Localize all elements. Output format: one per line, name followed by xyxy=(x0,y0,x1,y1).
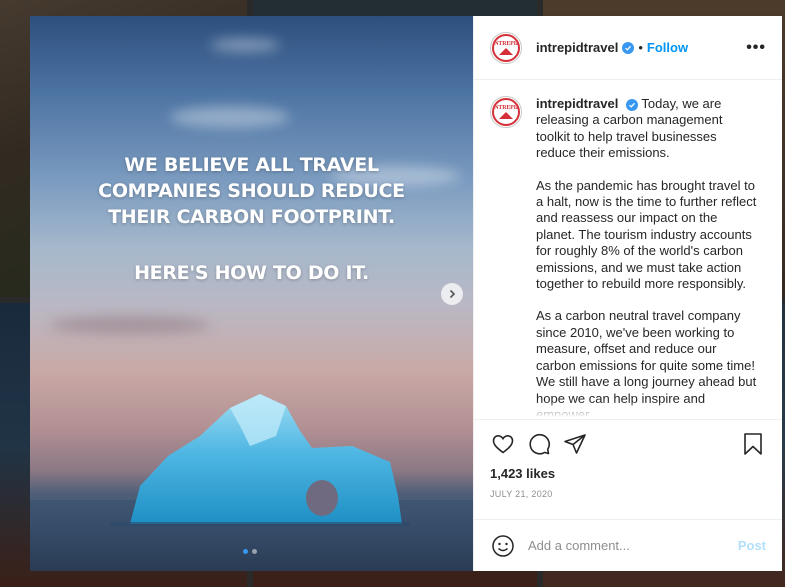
verified-badge-icon xyxy=(625,99,638,111)
post-side-panel: INTREPID intrepidtravel • Follow ••• INT… xyxy=(473,16,782,571)
emoji-button[interactable] xyxy=(490,533,516,559)
cloud-shape xyxy=(50,316,210,334)
comment-button[interactable] xyxy=(526,431,552,457)
avatar[interactable]: INTREPID xyxy=(490,96,522,128)
carousel-indicator xyxy=(243,549,257,554)
next-slide-button[interactable] xyxy=(441,283,463,305)
mountain-icon xyxy=(499,112,513,119)
like-button[interactable] xyxy=(490,431,516,457)
cloud-shape xyxy=(210,38,280,52)
scroll-fade xyxy=(474,401,782,419)
caption-text: intrepidtravel Today, we are releasing a… xyxy=(536,96,758,419)
verified-badge-icon xyxy=(622,41,635,54)
avatar[interactable]: INTREPID xyxy=(490,31,522,64)
headline-line-4: HERE'S HOW TO DO IT. xyxy=(134,262,369,284)
caption: INTREPID intrepidtravel Today, we are re… xyxy=(490,96,766,419)
post-modal: WE BELIEVE ALL TRAVEL COMPANIES SHOULD R… xyxy=(30,16,782,571)
comment-input[interactable] xyxy=(528,538,738,553)
save-button[interactable] xyxy=(740,431,766,457)
post-date: JULY 21, 2020 xyxy=(490,489,553,499)
headline-line-2: COMPANIES SHOULD REDUCE xyxy=(98,180,405,202)
post-image[interactable]: WE BELIEVE ALL TRAVEL COMPANIES SHOULD R… xyxy=(30,16,473,571)
brand-logo-icon: INTREPID xyxy=(492,98,520,126)
paper-plane-icon xyxy=(564,434,586,454)
comment-icon xyxy=(529,433,551,455)
smiley-icon xyxy=(492,534,514,557)
separator-dot: • xyxy=(638,40,643,55)
cloud-shape xyxy=(170,106,290,128)
caption-username-link[interactable]: intrepidtravel xyxy=(536,96,618,111)
share-button[interactable] xyxy=(562,431,588,457)
headline-line-1: WE BELIEVE ALL TRAVEL xyxy=(124,154,379,176)
carousel-dot xyxy=(252,549,257,554)
headline-line-3: THEIR CARBON FOOTPRINT. xyxy=(108,206,395,228)
caption-paragraph-2: As the pandemic has brought travel to a … xyxy=(536,177,757,292)
brand-logo-icon: INTREPID xyxy=(492,33,520,62)
action-bar xyxy=(490,430,766,458)
likes-count[interactable]: 1,423 likes xyxy=(490,466,766,481)
username-link[interactable]: intrepidtravel xyxy=(536,40,618,55)
heart-icon xyxy=(492,434,514,454)
carousel-dot-active xyxy=(243,549,248,554)
more-options-button[interactable]: ••• xyxy=(746,39,766,57)
mountain-icon xyxy=(499,47,513,55)
comments-section[interactable]: INTREPID intrepidtravel Today, we are re… xyxy=(474,80,782,419)
add-comment-bar: Post xyxy=(474,519,782,571)
post-comment-button[interactable]: Post xyxy=(738,538,766,553)
follow-button[interactable]: Follow xyxy=(647,40,688,55)
chevron-right-icon xyxy=(449,289,456,299)
avatar-logo-text: INTREPID xyxy=(492,40,520,47)
avatar-logo-text: INTREPID xyxy=(492,105,520,111)
post-actions: 1,423 likes JULY 21, 2020 xyxy=(474,419,782,519)
bookmark-icon xyxy=(744,433,762,455)
post-header: INTREPID intrepidtravel • Follow ••• xyxy=(474,16,782,80)
iceberg xyxy=(110,394,410,526)
